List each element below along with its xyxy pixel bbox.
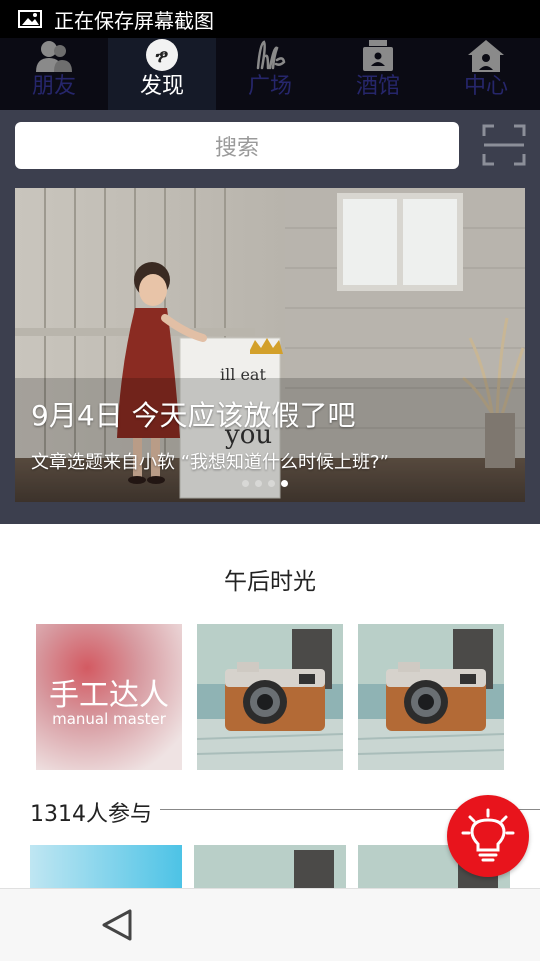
list-item-thumb[interactable] <box>194 845 346 888</box>
nav-item-tavern[interactable]: 酒馆 <box>324 38 432 110</box>
carousel-dot[interactable] <box>242 480 249 487</box>
search-placeholder: 搜索 <box>214 135 259 161</box>
nav-label: 朋友 <box>31 74 76 99</box>
list-item-thumb[interactable] <box>30 845 182 888</box>
banner-title: 9月4日 今天应该放假了吧 <box>31 399 356 432</box>
thumb-title: 手工达人 <box>49 678 169 713</box>
camera-photo <box>194 845 346 888</box>
thumb-image <box>30 845 182 888</box>
nav-label: 中心 <box>463 74 508 99</box>
carousel-dots <box>242 480 288 487</box>
camera-photo <box>358 624 504 770</box>
thumb-subtitle: manual master <box>52 710 166 728</box>
nav-item-friends[interactable]: 朋友 <box>0 38 108 110</box>
nav-item-discover[interactable]: ፇ 发现 <box>108 38 216 110</box>
home-icon <box>468 40 504 72</box>
back-triangle-icon[interactable] <box>98 905 138 945</box>
tavern-icon <box>363 40 393 71</box>
idea-fab-button[interactable] <box>447 795 529 877</box>
nav-label: 发现 <box>139 74 184 99</box>
thumb-camera[interactable] <box>358 624 504 770</box>
system-nav-bar <box>0 888 540 961</box>
thumb-camera[interactable] <box>197 624 343 770</box>
camera-photo <box>197 624 343 770</box>
image-icon <box>18 10 42 28</box>
nav-label: 酒馆 <box>355 74 400 99</box>
discover-icon: ፇ <box>146 39 178 71</box>
scan-icon[interactable] <box>482 124 526 166</box>
lightbulb-icon <box>461 808 515 862</box>
nav-label: 广场 <box>247 74 292 99</box>
nav-item-center[interactable]: 中心 <box>432 38 540 110</box>
section-title: 午后时光 <box>224 569 316 595</box>
top-nav: 朋友 ፇ 发现 广场 酒馆 中心 <box>0 38 540 110</box>
carousel-dot[interactable] <box>268 480 275 487</box>
status-text: 正在保存屏幕截图 <box>54 8 214 33</box>
search-input[interactable]: 搜索 <box>15 122 459 169</box>
friends-icon <box>36 41 72 72</box>
banner-subtitle: 文章选题来自小软 “我想知道什么时候上班?” <box>31 452 389 473</box>
nav-item-square[interactable]: 广场 <box>216 38 324 110</box>
life-icon <box>256 40 286 70</box>
carousel-dot[interactable] <box>255 480 262 487</box>
participants-count: 1314人参与 <box>30 796 160 828</box>
banner-carousel[interactable]: ill eat you 9月4日 今天应该放假了吧 文章选题来自小软 “我想知道… <box>15 188 525 502</box>
carousel-dot-active[interactable] <box>281 480 288 487</box>
status-bar: 正在保存屏幕截图 <box>0 0 540 38</box>
thumb-manual-master[interactable]: 手工达人 manual master <box>36 624 182 770</box>
svg-text:ፇ: ፇ <box>155 46 169 67</box>
banner-area: 搜索 ill eat 9月4日 今天应该放假了吧 文章选题来自小软 “我想知道什… <box>0 110 540 524</box>
